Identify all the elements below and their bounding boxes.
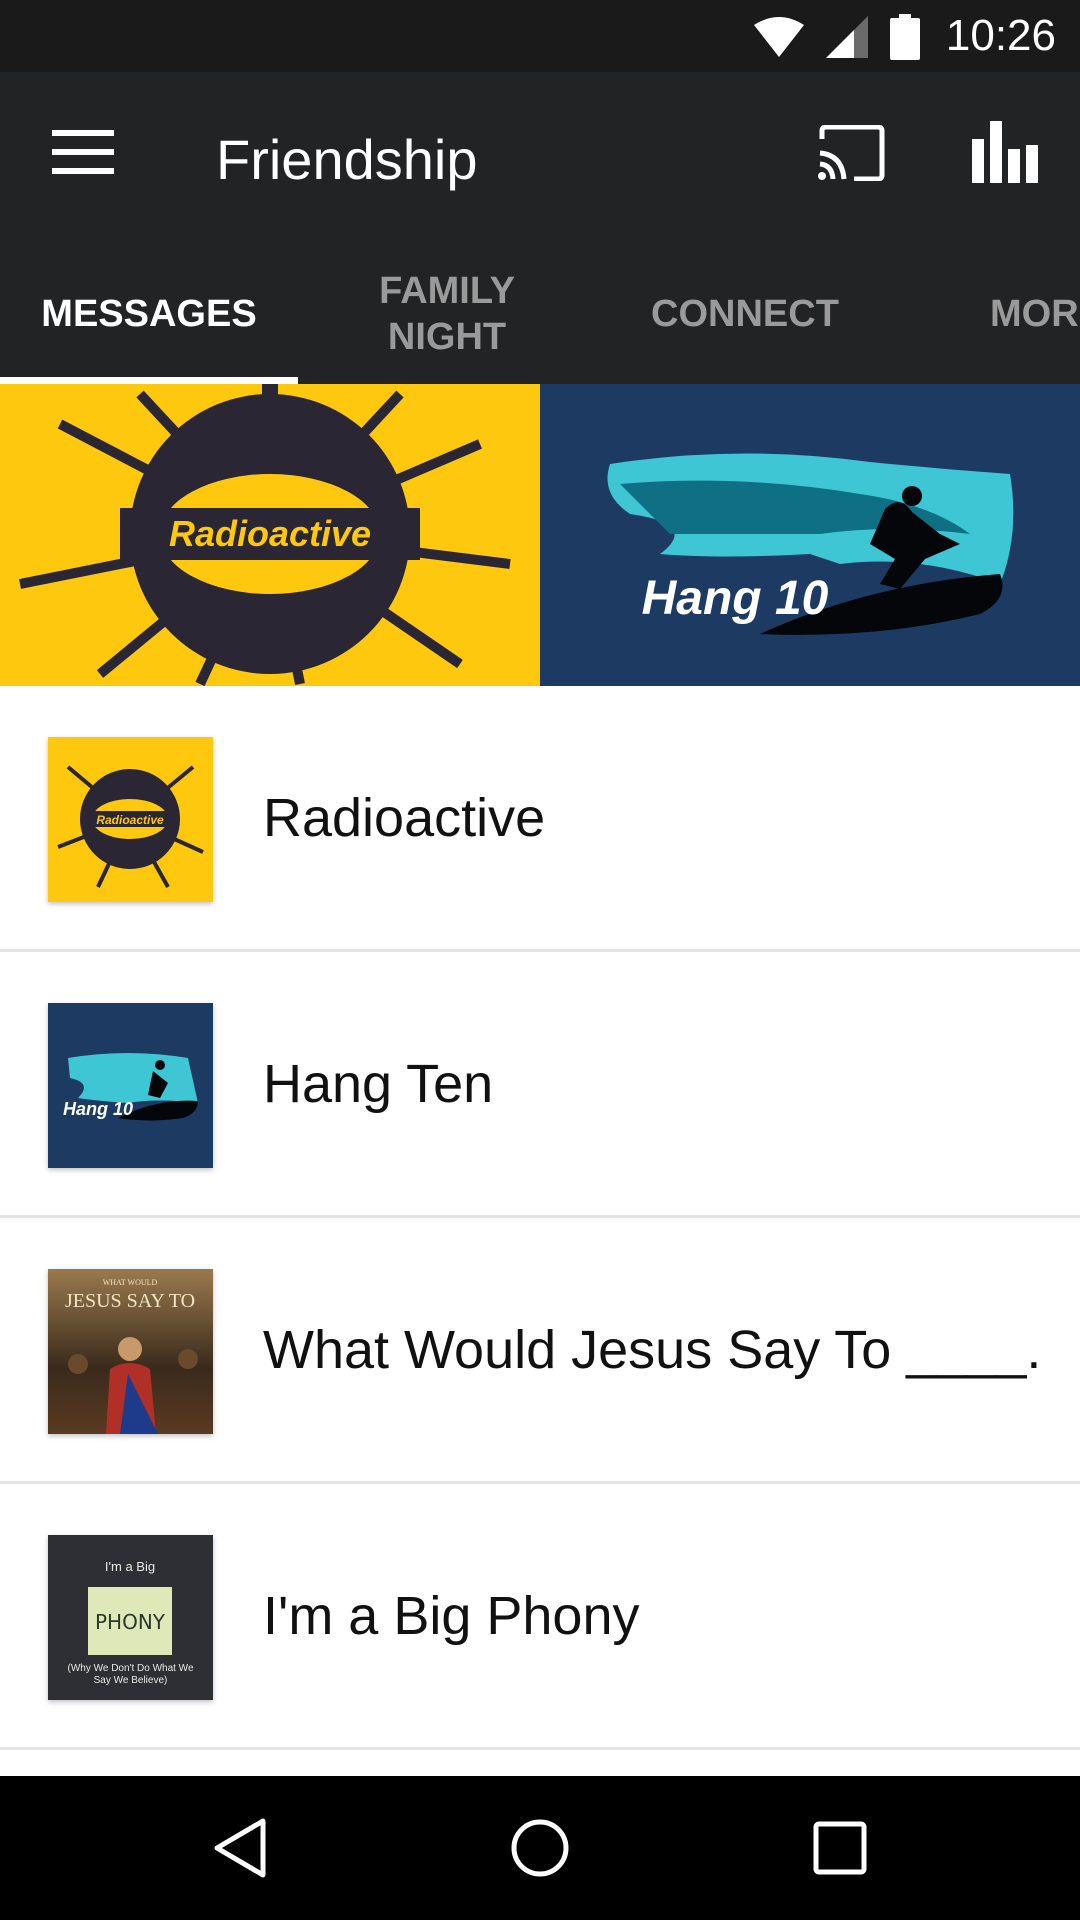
system-nav-bar	[0, 1776, 1080, 1920]
tab-family-night[interactable]: FAMILY NIGHT	[298, 244, 596, 384]
page-title: Friendship	[216, 128, 478, 191]
status-icons	[754, 14, 920, 60]
tab-connect[interactable]: CONNECT	[596, 244, 894, 384]
cast-icon	[818, 125, 885, 181]
recents-button[interactable]	[806, 1814, 874, 1882]
thumb-text-top: I'm a Big	[105, 1559, 155, 1574]
tab-messages[interactable]: MESSAGES	[0, 244, 298, 384]
list-item[interactable]: I'm a Big PHONY (Why We Don't Do What We…	[0, 1484, 1080, 1750]
thumbnail: WHAT WOULD JESUS SAY TO	[48, 1269, 213, 1434]
thumb-text: JESUS SAY TO	[65, 1290, 195, 1312]
radioactive-thumb-art: Radioactive	[57, 765, 204, 888]
tab-more[interactable]: MOR	[990, 244, 1080, 384]
banner-hang-10[interactable]: Hang 10	[540, 384, 1080, 686]
message-title: Hang Ten	[263, 1054, 494, 1114]
tab-indicator	[0, 377, 298, 384]
tab-label: MESSAGES	[41, 293, 257, 335]
list-item[interactable]: Hang 10 Hang Ten	[0, 952, 1080, 1218]
tab-label: CONNECT	[651, 293, 839, 335]
app-bar: Friendship	[0, 72, 1080, 244]
banner-right-text: Hang 10	[642, 572, 829, 625]
home-circle-icon	[511, 1819, 569, 1877]
wifi-icon	[754, 17, 804, 57]
featured-banner: Radioactive Hang 10	[0, 384, 1080, 687]
thumb-text: PHONY	[95, 1610, 166, 1634]
tab-label: MOR	[990, 293, 1079, 335]
list-item[interactable]: Radioactive Radioactive	[0, 686, 1080, 952]
hang-ten-thumb-art: Hang 10	[63, 1053, 198, 1121]
thumb-text: Radioactive	[96, 813, 164, 827]
battery-icon	[890, 14, 920, 60]
home-button[interactable]	[506, 1814, 574, 1882]
thumbnail: Radioactive	[48, 737, 213, 902]
jesus-thumb-art: WHAT WOULD JESUS SAY TO	[65, 1278, 198, 1434]
cast-button[interactable]	[812, 120, 890, 186]
thumbnail: Hang 10	[48, 1003, 213, 1168]
back-button[interactable]	[206, 1814, 274, 1882]
message-title: I'm a Big Phony	[263, 1586, 640, 1646]
thumb-text-small: WHAT WOULD	[103, 1278, 158, 1287]
hang-10-artwork: Hang 10	[607, 453, 1014, 635]
status-time: 10:26	[945, 11, 1056, 60]
stats-button[interactable]	[968, 118, 1044, 186]
thumb-text-bottom: (Why We Don't Do What We Say We Believe)	[67, 1663, 194, 1686]
tab-label: FAMILY NIGHT	[379, 270, 515, 358]
message-title: What Would Jesus Say To ____...	[263, 1320, 1043, 1380]
message-list: Radioactive Radioactive Hang 10 Hang Ten…	[0, 686, 1080, 1750]
phony-thumb-art: I'm a Big PHONY (Why We Don't Do What We…	[67, 1559, 194, 1686]
list-item[interactable]: WHAT WOULD JESUS SAY TO What Would Jesus…	[0, 1218, 1080, 1484]
menu-button[interactable]	[50, 122, 116, 182]
banner-radioactive[interactable]: Radioactive	[0, 384, 540, 687]
thumb-text: Hang 10	[63, 1099, 133, 1119]
radioactive-artwork: Radioactive	[19, 384, 511, 687]
back-triangle-icon	[214, 1818, 266, 1878]
status-bar: 10:26	[0, 0, 1080, 72]
message-title: Radioactive	[263, 788, 546, 848]
recents-square-icon	[813, 1821, 867, 1875]
thumbnail: I'm a Big PHONY (Why We Don't Do What We…	[48, 1535, 213, 1700]
tab-bar: MESSAGES FAMILY NIGHT CONNECT MOR	[0, 244, 1080, 384]
bar-chart-icon	[972, 121, 1038, 183]
cell-signal-icon	[826, 16, 868, 58]
banner-left-text: Radioactive	[169, 513, 371, 554]
hamburger-menu-icon	[52, 130, 114, 174]
